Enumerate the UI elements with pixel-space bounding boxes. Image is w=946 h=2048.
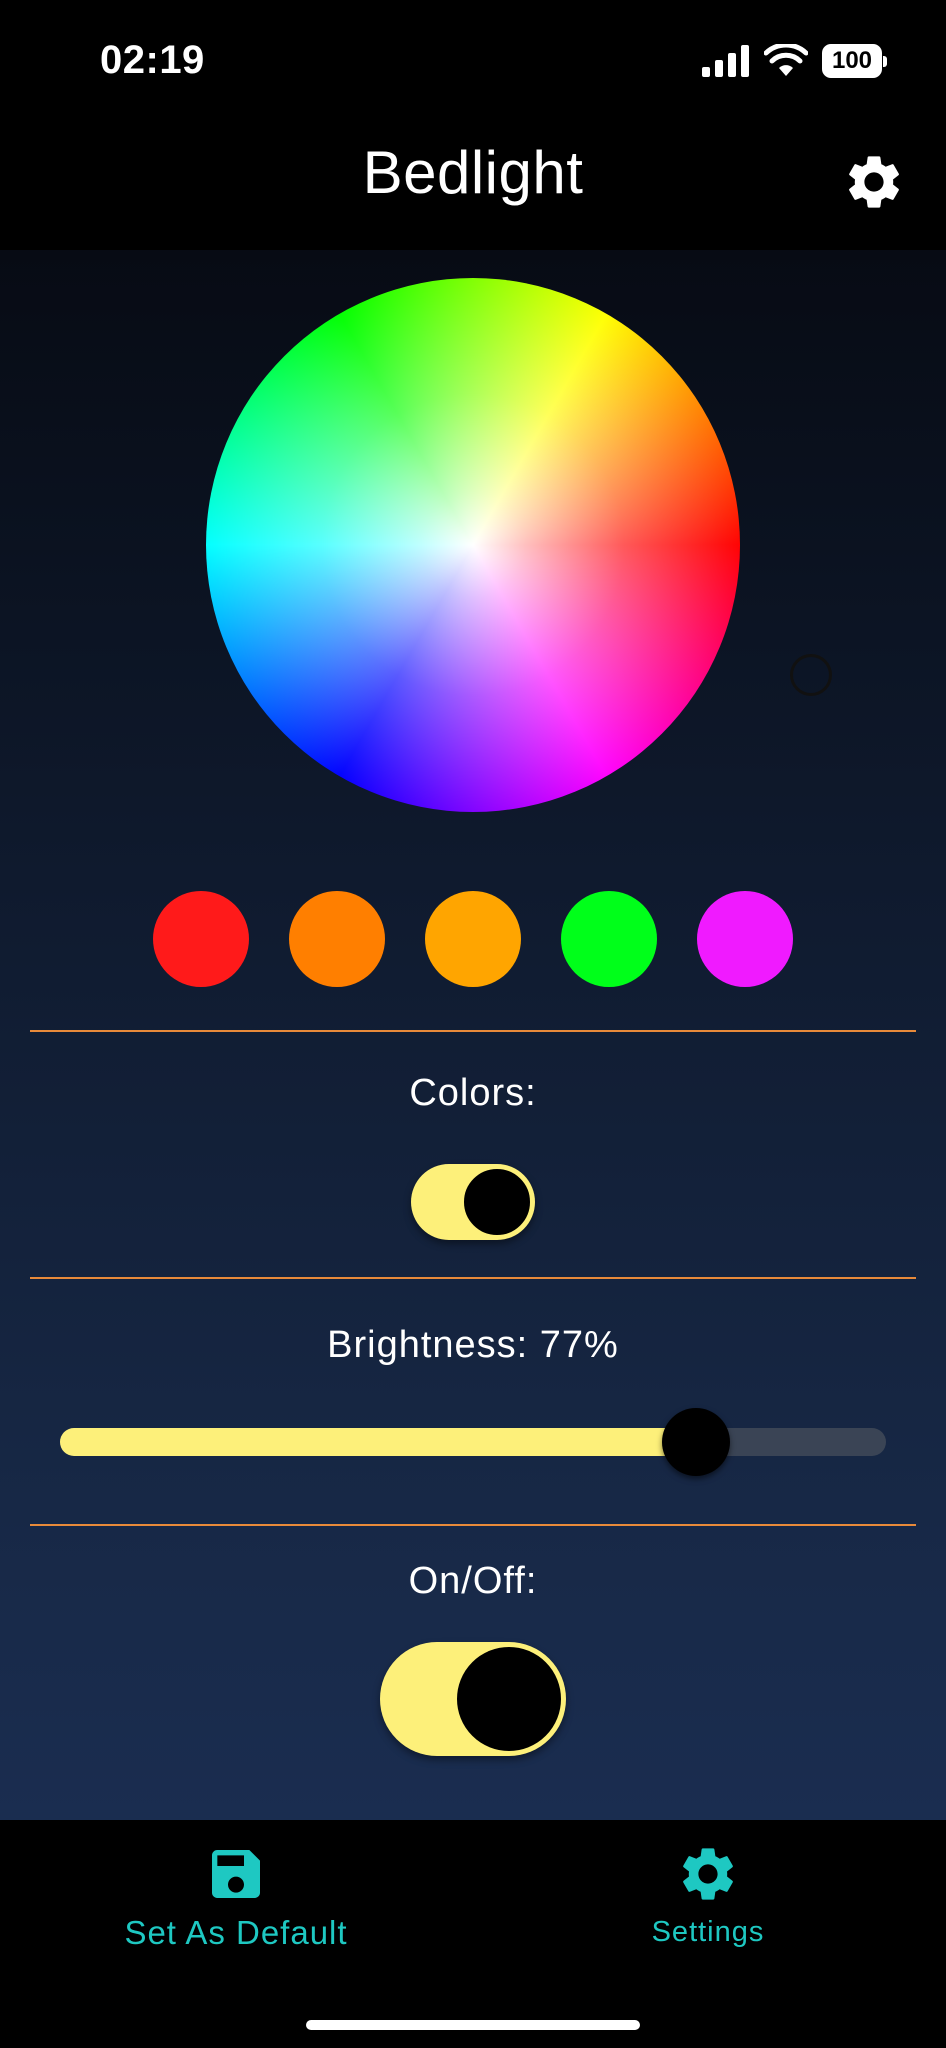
page-title: Bedlight xyxy=(362,139,584,206)
preset-color-green[interactable] xyxy=(561,891,657,987)
set-as-default-label: Set As Default xyxy=(124,1914,348,1951)
color-presets xyxy=(0,891,946,987)
settings-button[interactable]: Settings xyxy=(596,1842,820,1949)
status-icons: 100 xyxy=(702,44,887,78)
preset-color-red[interactable] xyxy=(153,891,249,987)
color-wheel[interactable] xyxy=(206,278,832,812)
power-label: On/Off: xyxy=(408,1560,538,1602)
battery-level: 100 xyxy=(831,47,873,74)
status-bar: 02:19 100 xyxy=(0,0,946,120)
set-as-default-button[interactable]: Set As Default xyxy=(116,1842,356,1952)
preset-color-dark-orange[interactable] xyxy=(289,891,385,987)
divider xyxy=(30,1277,916,1279)
app-header: Bedlight xyxy=(0,120,946,250)
floppy-disk-icon xyxy=(212,1850,260,1898)
bottom-nav: Set As Default Settings xyxy=(0,1820,946,2048)
settings-label: Settings xyxy=(651,1916,765,1948)
brightness-slider-thumb[interactable] xyxy=(662,1408,730,1476)
wifi-icon xyxy=(764,44,808,76)
power-toggle-knob xyxy=(454,1644,564,1754)
status-time: 02:19 xyxy=(100,38,205,82)
main-content: Colors: Brightness: 77% On/Off: xyxy=(0,250,946,1820)
gear-icon xyxy=(683,1848,733,1900)
preset-color-magenta[interactable] xyxy=(697,891,793,987)
divider xyxy=(30,1030,916,1032)
brightness-label: Brightness: 77% xyxy=(327,1324,619,1366)
divider xyxy=(30,1524,916,1526)
home-indicator xyxy=(306,2020,640,2030)
colors-toggle-knob xyxy=(461,1166,533,1238)
cellular-signal-icon xyxy=(702,45,749,77)
brightness-slider-fill xyxy=(60,1428,696,1456)
battery-icon: 100 xyxy=(822,44,887,78)
color-wheel-selector[interactable] xyxy=(790,654,832,696)
gear-icon[interactable] xyxy=(842,150,906,214)
colors-label: Colors: xyxy=(409,1072,537,1114)
brightness-slider[interactable] xyxy=(60,1408,886,1476)
preset-color-orange[interactable] xyxy=(425,891,521,987)
power-toggle[interactable] xyxy=(380,1642,566,1756)
colors-toggle[interactable] xyxy=(411,1164,535,1240)
